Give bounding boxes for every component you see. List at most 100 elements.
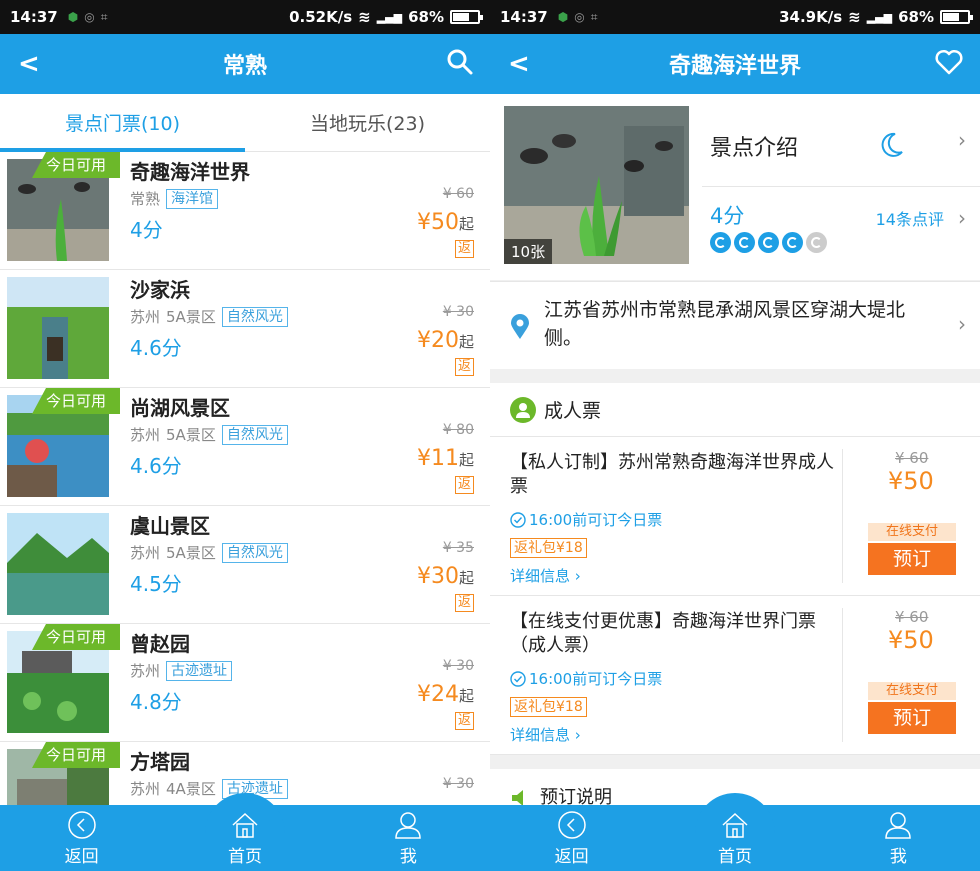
address-chevron-icon: › <box>958 312 966 336</box>
battery-text: 68% <box>408 8 444 26</box>
tab-local-fun[interactable]: 当地玩乐(23) <box>245 94 490 151</box>
check-circle-icon <box>510 511 526 528</box>
ticket-name[interactable]: 【在线支付更优惠】奇趣海洋世界门票（成人票） <box>510 610 842 658</box>
ticket-price: ¥50 <box>888 467 934 495</box>
home-icon <box>722 812 748 838</box>
tab-tickets[interactable]: 景点门票(10) <box>0 94 245 152</box>
sale-price: ¥30起 <box>417 564 474 589</box>
hero-section: 10张 景点介绍 › 4分 14条点评 › <box>490 94 980 280</box>
nav-me[interactable]: 我 <box>327 805 490 871</box>
sale-price: ¥20起 <box>417 328 474 353</box>
cashback-badge: 返 <box>454 712 474 730</box>
category-tag: 自然风光 <box>221 542 288 563</box>
reviews-chevron-icon[interactable]: › <box>958 206 966 230</box>
ticket-item: 【在线支付更优惠】奇趣海洋世界门票（成人票） 16:00前可订今日票返礼包¥18 详… <box>490 596 980 755</box>
rating-filled-icon <box>782 232 803 253</box>
attraction-location: 苏州 5A景区 自然风光 <box>130 424 288 445</box>
attraction-city: 苏州 <box>130 308 161 326</box>
back-circle-icon <box>557 811 586 839</box>
gift-badge: 返礼包¥18 <box>510 697 587 717</box>
ticket-time: 16:00前可订今日票 <box>510 668 662 689</box>
rating-empty-icon <box>806 232 827 253</box>
nav-back-label: 返回 <box>554 847 589 867</box>
attraction-item[interactable]: 今日可用 奇趣海洋世界 常熟 海洋馆 4分 ¥ 60 ¥50起返 <box>0 152 490 270</box>
attraction-name: 虞山景区 <box>130 514 210 538</box>
back-icon[interactable]: < <box>508 51 530 77</box>
nav-home[interactable]: 首页 <box>653 805 816 871</box>
bottom-nav: 返回 首页 我 <box>0 793 490 871</box>
price-unit: 起 <box>458 687 474 705</box>
battery-icon <box>450 10 483 24</box>
ticket-time-text: 16:00前可订今日票 <box>529 670 663 688</box>
wechat-icon: ◎ <box>84 9 95 24</box>
price-unit: 起 <box>458 451 474 469</box>
notification-icons: ⬢ ◎ ⌗ <box>68 10 108 25</box>
gift-badge: 返礼包¥18 <box>510 538 587 558</box>
left-screen: 14:37 ⬢ ◎ ⌗ 0.52K/s ≋ ▂▄▆ 68% < 常熟 景点门票(10… <box>0 0 490 871</box>
original-price: ¥ 80 <box>442 422 474 438</box>
review-count[interactable]: 14条点评 <box>876 206 944 230</box>
category-tag: 海洋馆 <box>166 188 219 209</box>
intro-chevron-icon[interactable]: › <box>958 128 966 152</box>
rating-filled-icon <box>734 232 755 253</box>
user-icon <box>885 812 912 839</box>
sale-price: ¥50起 <box>417 210 474 235</box>
attraction-item[interactable]: 沙家浜 苏州 5A景区 自然风光 4.6分 ¥ 30 ¥20起返 <box>0 270 490 388</box>
online-pay-badge: 在线支付 <box>868 523 956 541</box>
attraction-score: 4.8分 <box>130 690 182 714</box>
wifi-icon: ≋ <box>848 8 861 26</box>
attraction-level: 5A景区 <box>166 308 216 326</box>
attraction-item[interactable]: 今日可用 曾赵园 苏州 古迹遗址 4.8分 ¥ 30 ¥24起返 <box>0 624 490 742</box>
ticket-name[interactable]: 【私人订制】苏州常熟奇趣海洋世界成人票 <box>510 451 842 499</box>
cashback-badge: 返 <box>454 476 474 494</box>
detail-link-label: 详细信息 <box>510 726 571 744</box>
attraction-item[interactable]: 今日可用 尚湖风景区 苏州 5A景区 自然风光 4.6分 ¥ 80 ¥11起返 <box>0 388 490 506</box>
nav-back[interactable]: 返回 <box>490 805 653 871</box>
nav-home[interactable]: 首页 <box>163 805 326 871</box>
detail-link[interactable]: 详细信息 › <box>510 724 581 745</box>
detail-link-label: 详细信息 <box>510 567 571 585</box>
user-icon <box>395 812 422 839</box>
ticket-time-text: 16:00前可订今日票 <box>529 511 663 529</box>
battery-text: 68% <box>898 8 934 26</box>
nav-back[interactable]: 返回 <box>0 805 163 871</box>
price-value: ¥24 <box>416 682 459 707</box>
rating-score: 4分 <box>710 204 745 228</box>
attraction-photo[interactable]: 10张 <box>504 106 689 264</box>
attraction-score: 4.6分 <box>130 454 182 478</box>
price-unit: 起 <box>458 215 474 233</box>
attraction-level: 5A景区 <box>166 426 216 444</box>
photo-count: 10张 <box>504 239 553 264</box>
price-unit: 起 <box>458 569 474 587</box>
wifi-icon: ≋ <box>358 8 371 26</box>
category-tag: 古迹遗址 <box>166 660 233 681</box>
today-available-badge: 今日可用 <box>32 742 120 768</box>
attraction-name: 方塔园 <box>130 750 190 774</box>
ticket-original-price: ¥ 60 <box>895 449 929 467</box>
search-icon[interactable] <box>446 48 474 80</box>
address-row[interactable]: 江苏省苏州市常熟昆承湖风景区穿湖大堤北侧。 › <box>490 281 980 369</box>
sale-price: ¥24起 <box>417 682 474 707</box>
back-circle-icon <box>67 811 96 839</box>
nav-me-label: 我 <box>399 847 417 867</box>
scan-icon: ⌗ <box>100 9 108 24</box>
price-value: ¥11 <box>416 446 459 471</box>
nav-me[interactable]: 我 <box>817 805 980 871</box>
nav-home-label: 首页 <box>227 847 262 867</box>
original-price: ¥ 60 <box>442 186 474 202</box>
back-icon[interactable]: < <box>18 51 40 77</box>
attraction-level: 5A景区 <box>166 544 216 562</box>
attraction-name: 曾赵园 <box>130 632 190 656</box>
book-button[interactable]: 预订 <box>868 702 956 734</box>
detail-link[interactable]: 详细信息 › <box>510 565 581 586</box>
heart-icon[interactable] <box>934 48 964 80</box>
book-button[interactable]: 预订 <box>868 543 956 575</box>
attraction-item[interactable]: 虞山景区 苏州 5A景区 自然风光 4.5分 ¥ 35 ¥30起返 <box>0 506 490 624</box>
signal-icon: ▂▄▆ <box>376 10 403 24</box>
attraction-score: 4.5分 <box>130 572 182 596</box>
ticket-list: 【私人订制】苏州常熟奇趣海洋世界成人票 16:00前可订今日票 返礼包¥18 详细信息… <box>490 437 980 755</box>
notification-icons: ⬢ ◎ ⌗ <box>558 10 598 25</box>
attraction-city: 苏州 <box>130 780 161 798</box>
sale-price: ¥11起 <box>417 446 474 471</box>
intro-link[interactable]: 景点介绍 <box>710 130 798 162</box>
